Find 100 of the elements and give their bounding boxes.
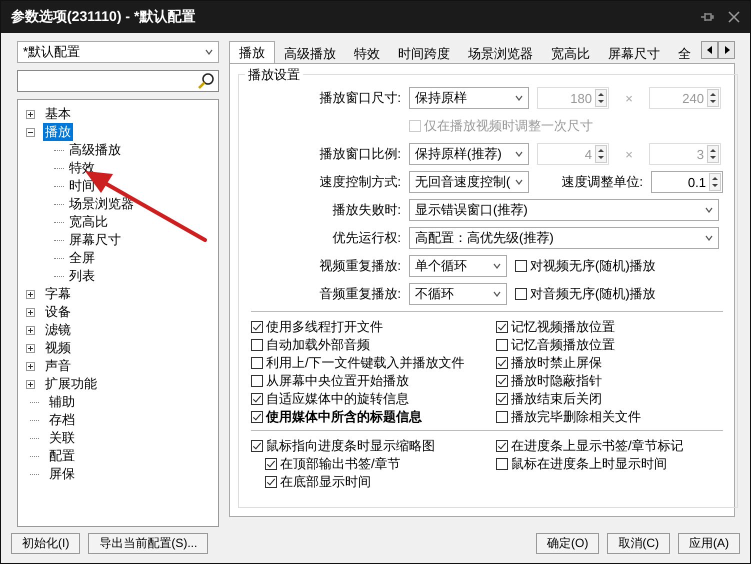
close-icon[interactable] xyxy=(728,11,740,23)
tree-item[interactable]: 全屏 xyxy=(67,249,97,267)
chevron-down-icon xyxy=(205,49,213,55)
spin-arrows-icon xyxy=(707,145,719,163)
scroll-left-button[interactable] xyxy=(701,41,718,59)
dialog-button[interactable]: 取消(C) xyxy=(607,532,670,554)
spin-arrows-icon xyxy=(707,89,719,107)
checkbox[interactable]: 对视频无序(随机)播放 xyxy=(515,257,656,275)
checkbox[interactable]: 在顶部输出书签/章节 xyxy=(251,455,496,473)
field-label: 视频重复播放: xyxy=(318,257,401,275)
dropdown[interactable]: 单个循环 xyxy=(409,255,507,277)
search-icon[interactable] xyxy=(197,72,215,90)
expander-icon[interactable] xyxy=(26,326,35,334)
checkbox[interactable]: 利用上/下一文件键载入并播放文件 xyxy=(251,354,496,372)
dialog-button[interactable]: 确定(O) xyxy=(536,532,600,554)
tree-item[interactable]: 存档 xyxy=(47,411,77,429)
chevron-down-icon xyxy=(515,151,523,157)
chevron-down-icon xyxy=(705,207,713,213)
dropdown[interactable]: 无回音速度控制( xyxy=(409,171,529,193)
search-field[interactable] xyxy=(17,70,219,92)
chevron-down-icon xyxy=(493,263,501,269)
dropdown[interactable]: 高配置：高优先级(推荐) xyxy=(409,227,719,249)
tab[interactable]: 屏幕尺寸 xyxy=(599,43,669,63)
chevron-down-icon xyxy=(493,291,501,297)
field-label: 速度调整单位: xyxy=(560,173,643,191)
group-title: 播放设置 xyxy=(245,66,303,84)
tree-item[interactable]: 字幕 xyxy=(43,285,73,303)
tree-item[interactable]: 关联 xyxy=(47,429,77,447)
tree-item[interactable]: 设备 xyxy=(43,303,73,321)
tree-item[interactable]: 播放 xyxy=(43,123,73,141)
tree-item[interactable]: 声音 xyxy=(43,357,73,375)
times-sign: × xyxy=(624,146,634,162)
checkbox[interactable]: 自适应媒体中的旋转信息 xyxy=(251,390,496,408)
spin-arrows-icon xyxy=(595,89,607,107)
expander-icon[interactable] xyxy=(26,344,35,352)
tab[interactable]: 场景浏览器 xyxy=(459,43,542,63)
expander-icon[interactable] xyxy=(26,308,35,316)
left-arrow-icon xyxy=(706,46,712,54)
expander-icon[interactable] xyxy=(26,362,35,370)
checkbox[interactable]: 使用媒体中所含的标题信息 xyxy=(251,408,496,426)
expander-icon[interactable] xyxy=(26,128,35,136)
field-label: 速度控制方式: xyxy=(318,173,401,191)
tree-item[interactable]: 列表 xyxy=(67,267,97,285)
right-arrow-icon xyxy=(724,46,730,54)
tree-item[interactable]: 视频 xyxy=(43,339,73,357)
field-label: 播放窗口比例: xyxy=(318,145,401,163)
tree-item[interactable]: 配置 xyxy=(47,447,77,465)
number-spinner[interactable]: 0.1 xyxy=(651,171,723,193)
checkbox[interactable]: 对音频无序(随机)播放 xyxy=(515,285,656,303)
tree-item[interactable]: 屏幕尺寸 xyxy=(67,231,123,249)
field-label: 音频重复播放: xyxy=(318,285,401,303)
checkbox[interactable]: 记忆音频播放位置 xyxy=(496,336,723,354)
checkbox[interactable]: 鼠标指向进度条时显示缩略图 xyxy=(251,437,496,455)
checkbox[interactable]: 播放完毕删除相关文件 xyxy=(496,408,723,426)
field-label: 播放窗口尺寸: xyxy=(318,89,401,107)
tree-item[interactable]: 滤镜 xyxy=(43,321,73,339)
expander-icon[interactable] xyxy=(26,380,35,388)
checkbox[interactable]: 从屏幕中央位置开始播放 xyxy=(251,372,496,390)
expander-icon[interactable] xyxy=(26,290,35,298)
times-sign: × xyxy=(624,90,634,106)
tree-item[interactable]: 基本 xyxy=(43,105,73,123)
tree-item[interactable]: 时间 xyxy=(67,177,97,195)
dropdown[interactable]: 保持原样(推荐) xyxy=(409,143,529,165)
dropdown[interactable]: 不循环 xyxy=(409,283,507,305)
dialog-button[interactable]: 初始化(I) xyxy=(11,532,80,554)
scroll-right-button[interactable] xyxy=(718,41,735,59)
tab[interactable]: 宽高比 xyxy=(542,43,599,63)
checkbox[interactable]: 记忆视频播放位置 xyxy=(496,318,723,336)
tree-item[interactable]: 屏保 xyxy=(47,465,77,483)
chevron-down-icon xyxy=(705,235,713,241)
tab[interactable]: 全 xyxy=(669,43,700,63)
dropdown[interactable]: 显示错误窗口(推荐) xyxy=(409,199,719,221)
field-label: 优先运行权: xyxy=(331,229,401,247)
tab[interactable]: 高级播放 xyxy=(275,43,345,63)
checkbox[interactable]: 播放时禁止屏保 xyxy=(496,354,723,372)
tab[interactable]: 播放 xyxy=(229,41,275,63)
field-label: 播放失败时: xyxy=(331,201,401,219)
tab[interactable]: 时间跨度 xyxy=(389,43,459,63)
checkbox[interactable]: 在进度条上显示书签/章节标记 xyxy=(496,437,723,455)
tab[interactable]: 特效 xyxy=(345,43,389,63)
checkbox[interactable]: 使用多线程打开文件 xyxy=(251,318,496,336)
dialog-button[interactable]: 导出当前配置(S)... xyxy=(88,532,208,554)
tree-item[interactable]: 扩展功能 xyxy=(43,375,99,393)
spin-arrows-icon xyxy=(595,145,607,163)
tree-item[interactable]: 辅助 xyxy=(47,393,77,411)
checkbox[interactable]: 在底部显示时间 xyxy=(251,473,496,491)
pin-icon[interactable] xyxy=(700,10,714,24)
checkbox[interactable]: 播放时隐蔽指针 xyxy=(496,372,723,390)
chevron-down-icon xyxy=(515,95,523,101)
tree-item[interactable]: 高级播放 xyxy=(67,141,123,159)
expander-icon[interactable] xyxy=(26,110,35,118)
tree-item[interactable]: 宽高比 xyxy=(67,213,110,231)
profile-dropdown[interactable]: *默认配置 xyxy=(17,41,219,63)
spin-arrows-icon xyxy=(709,173,721,191)
dropdown[interactable]: 保持原样 xyxy=(409,87,529,109)
checkbox[interactable]: 鼠标在进度条上时显示时间 xyxy=(496,455,723,473)
chevron-down-icon xyxy=(515,179,523,185)
dialog-button[interactable]: 应用(A) xyxy=(678,532,740,554)
checkbox[interactable]: 播放结束后关闭 xyxy=(496,390,723,408)
checkbox[interactable]: 自动加载外部音频 xyxy=(251,336,496,354)
